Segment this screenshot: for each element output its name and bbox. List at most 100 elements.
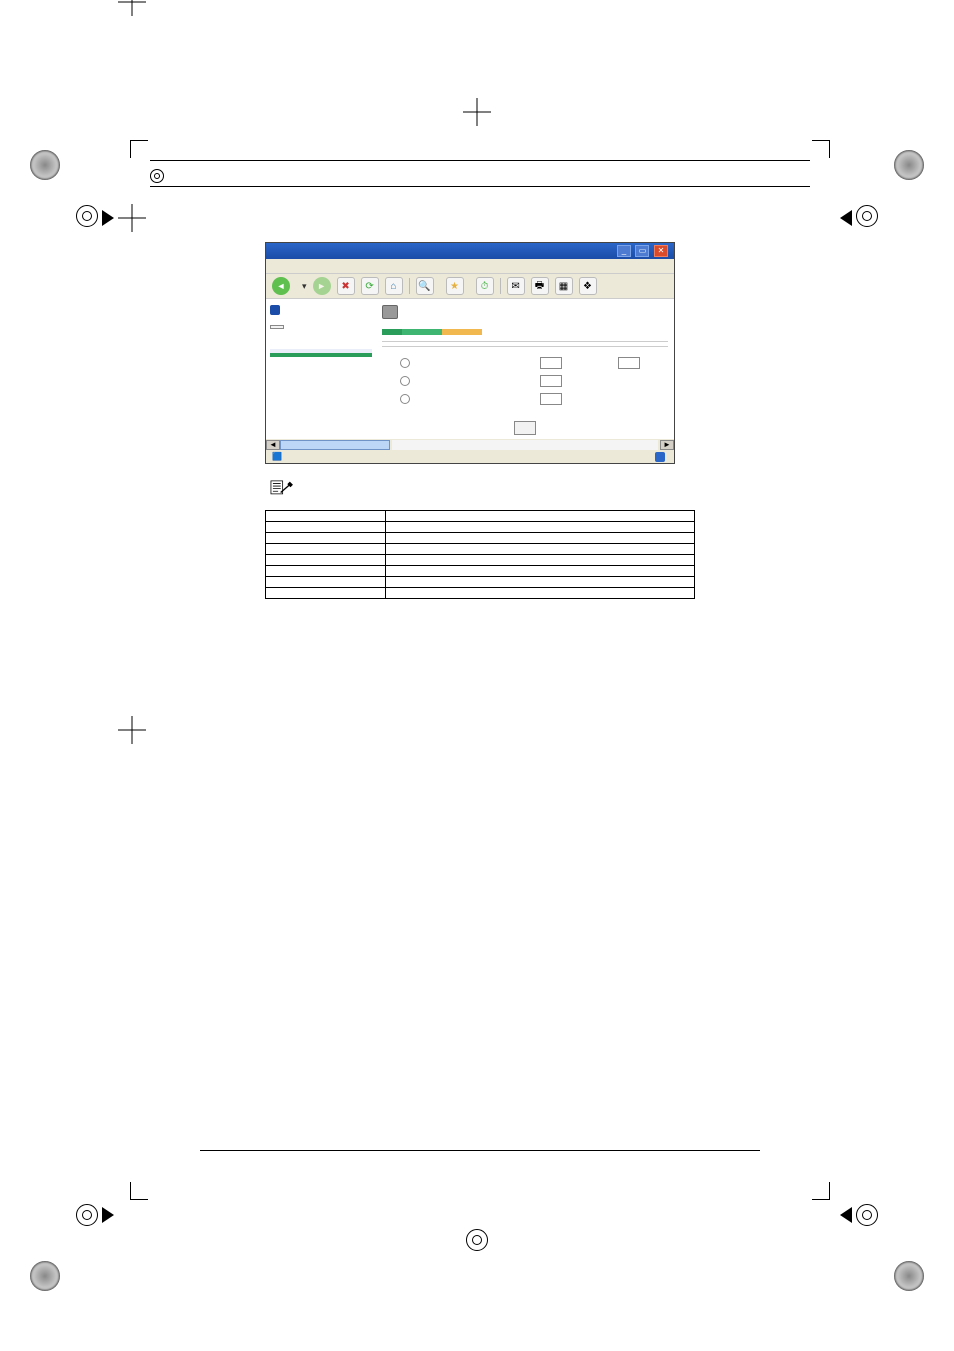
scroll-left-icon[interactable]: ◄ [266, 440, 280, 450]
table-row [382, 373, 668, 391]
scroll-thumb[interactable] [280, 440, 390, 450]
sidebar-capture-print-job[interactable] [270, 361, 372, 365]
crop-cross-icon [463, 98, 491, 126]
header-ring-icon [150, 169, 164, 183]
parameters-table [265, 510, 695, 599]
cell-jobid [429, 373, 450, 391]
crop-arrow-icon [840, 210, 852, 226]
stop-icon[interactable]: ✖ [337, 277, 355, 295]
back-icon[interactable]: ◄ [272, 277, 290, 295]
copies-input[interactable] [540, 393, 562, 405]
job-radio[interactable] [400, 376, 410, 386]
param-desc [386, 566, 695, 577]
param-row [266, 533, 695, 544]
pin-input[interactable] [618, 357, 640, 369]
param-item [266, 555, 386, 566]
crop-ring-icon [466, 1229, 488, 1251]
param-row [266, 588, 695, 599]
crop-ring-icon [76, 205, 98, 227]
intranet-icon [655, 452, 665, 462]
close-button[interactable]: ✕ [654, 245, 668, 257]
history-icon[interactable]: ⏱ [476, 277, 494, 295]
param-item [266, 544, 386, 555]
crop-disc-icon [894, 1261, 924, 1291]
table-row [382, 355, 668, 373]
crop-cross-icon [118, 716, 146, 744]
param-item [266, 533, 386, 544]
cell-owner [491, 391, 512, 409]
th-description [386, 511, 695, 522]
tab-accounting[interactable] [462, 329, 482, 335]
favorites-icon[interactable]: ★ [446, 277, 464, 295]
param-item [266, 577, 386, 588]
cell-jobtype [450, 355, 471, 373]
param-desc [386, 522, 695, 533]
home-icon[interactable]: ⌂ [385, 277, 403, 295]
param-desc [386, 533, 695, 544]
brand-logo-icon [270, 305, 280, 315]
printer-icon [382, 305, 398, 319]
param-row [266, 522, 695, 533]
param-row [266, 555, 695, 566]
param-desc [386, 577, 695, 588]
note-icon [269, 478, 295, 498]
job-radio[interactable] [400, 394, 410, 404]
crop-arrow-icon [102, 210, 114, 226]
page-header [150, 165, 810, 187]
cell-job [470, 355, 491, 373]
maximize-button[interactable]: ▭ [635, 245, 649, 257]
footer-rule [200, 1150, 760, 1151]
table-row [382, 391, 668, 409]
param-desc [386, 588, 695, 599]
minimize-button[interactable]: _ [617, 245, 631, 257]
submit-button[interactable] [514, 421, 536, 435]
status-done: 🟦 [272, 452, 282, 462]
copies-input[interactable] [540, 357, 562, 369]
copies-input[interactable] [540, 375, 562, 387]
crop-arrow-icon [840, 1207, 852, 1223]
window-titlebar: _ ▭ ✕ [266, 243, 674, 259]
mail-icon[interactable]: ✉ [507, 277, 525, 295]
status-bar: 🟦 [266, 451, 674, 463]
crop-ring-icon [856, 205, 878, 227]
tab-print[interactable] [422, 329, 442, 335]
crop-ring-icon [856, 1204, 878, 1226]
cell-job [470, 373, 491, 391]
th-item [266, 511, 386, 522]
discuss-icon[interactable]: ❖ [579, 277, 597, 295]
header-rule [150, 186, 810, 187]
search-icon[interactable]: 🔍 [416, 277, 434, 295]
forward-icon[interactable]: ► [313, 277, 331, 295]
crop-ring-icon [76, 1204, 98, 1226]
menu-bar [266, 259, 674, 273]
cell-jobid [429, 391, 450, 409]
cell-jobid [429, 355, 450, 373]
browser-toolbar: ◄ ▾ ► ✖ ⟳ ⌂ 🔍 ★ ⏱ ✉ 🖶 ▦ ❖ [266, 273, 674, 299]
cell-job [470, 391, 491, 409]
tab-network[interactable] [442, 329, 462, 335]
cell-jobtype [450, 391, 471, 409]
tab-job[interactable] [402, 329, 422, 335]
param-item [266, 588, 386, 599]
param-item [266, 522, 386, 533]
scroll-right-icon[interactable]: ► [660, 440, 674, 450]
param-row [266, 577, 695, 588]
status-zone [655, 452, 668, 462]
tab-system[interactable] [382, 329, 402, 335]
cell-jobtype [450, 373, 471, 391]
back-dropdown-icon[interactable]: ▾ [302, 281, 307, 292]
logout-button[interactable] [270, 325, 284, 329]
horizontal-scrollbar[interactable]: ◄ ► [266, 439, 674, 451]
brand [270, 305, 372, 315]
window-buttons: _ ▭ ✕ [615, 245, 668, 257]
param-item [266, 566, 386, 577]
header-rule [150, 160, 810, 161]
crop-disc-icon [30, 150, 60, 180]
param-row [266, 544, 695, 555]
param-desc [386, 544, 695, 555]
print-icon[interactable]: 🖶 [531, 277, 549, 295]
job-radio[interactable] [400, 358, 410, 368]
edit-icon[interactable]: ▦ [555, 277, 573, 295]
crop-cross-icon [118, 204, 146, 232]
refresh-icon[interactable]: ⟳ [361, 277, 379, 295]
